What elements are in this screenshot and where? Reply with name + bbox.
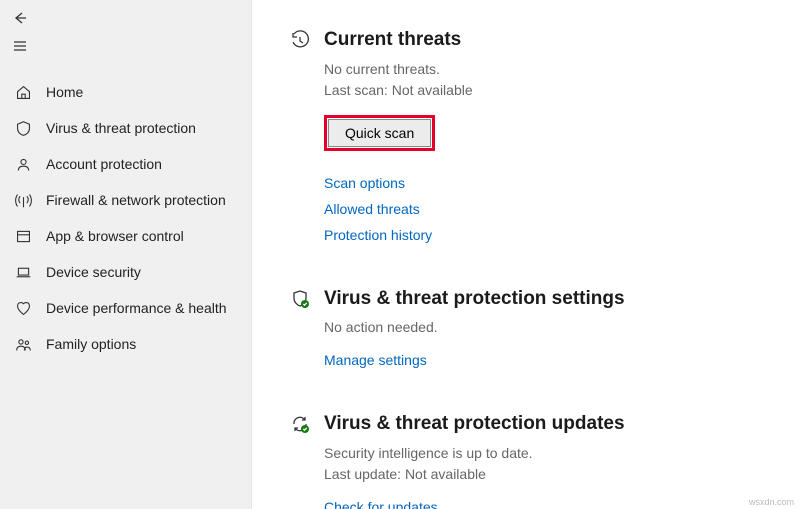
sidebar-item-label: Home	[46, 84, 83, 100]
sidebar-item-label: Device security	[46, 264, 141, 280]
updates-status-text: Security intelligence is up to date.	[324, 443, 762, 464]
back-button[interactable]	[0, 4, 40, 32]
people-icon	[14, 335, 32, 353]
settings-status-text: No action needed.	[324, 317, 762, 338]
threats-status-text: No current threats.	[324, 59, 762, 80]
quick-scan-button[interactable]: Quick scan	[328, 119, 431, 147]
menu-button[interactable]	[0, 32, 40, 60]
clock-scan-icon	[290, 30, 310, 50]
protection-settings-title: Virus & threat protection settings	[324, 287, 762, 312]
sidebar-item-label: Family options	[46, 336, 136, 352]
sidebar-item-label: Account protection	[46, 156, 162, 172]
sidebar-item-home[interactable]: Home	[0, 74, 251, 110]
protection-history-link[interactable]: Protection history	[324, 227, 762, 243]
protection-settings-section: Virus & threat protection settings No ac…	[290, 287, 762, 369]
sidebar: Home Virus & threat protection Account p…	[0, 0, 252, 509]
person-icon	[14, 155, 32, 173]
watermark-text: wsxdn.com	[749, 497, 794, 507]
sidebar-item-device-health[interactable]: Device performance & health	[0, 290, 251, 326]
shield-icon	[14, 119, 32, 137]
arrow-left-icon	[12, 10, 28, 26]
sidebar-item-firewall[interactable]: Firewall & network protection	[0, 182, 251, 218]
antenna-icon	[14, 191, 32, 209]
sidebar-item-label: Firewall & network protection	[46, 192, 226, 208]
manage-settings-link[interactable]: Manage settings	[324, 352, 762, 368]
sidebar-item-family[interactable]: Family options	[0, 326, 251, 362]
main-content: Current threats No current threats. Last…	[252, 0, 800, 509]
sidebar-item-account[interactable]: Account protection	[0, 146, 251, 182]
sidebar-item-device-security[interactable]: Device security	[0, 254, 251, 290]
home-icon	[14, 83, 32, 101]
laptop-icon	[14, 263, 32, 281]
sidebar-item-virus-threat[interactable]: Virus & threat protection	[0, 110, 251, 146]
quick-scan-highlight: Quick scan	[324, 115, 435, 151]
shield-check-icon	[290, 289, 310, 309]
window-icon	[14, 227, 32, 245]
threats-last-scan-text: Last scan: Not available	[324, 80, 762, 101]
sidebar-item-label: Device performance & health	[46, 300, 227, 316]
sidebar-item-label: App & browser control	[46, 228, 184, 244]
current-threats-section: Current threats No current threats. Last…	[290, 28, 762, 243]
sidebar-item-app-browser[interactable]: App & browser control	[0, 218, 251, 254]
refresh-icon	[290, 414, 310, 434]
nav-list: Home Virus & threat protection Account p…	[0, 74, 251, 362]
heart-icon	[14, 299, 32, 317]
current-threats-title: Current threats	[324, 28, 762, 53]
hamburger-icon	[12, 38, 28, 54]
sidebar-item-label: Virus & threat protection	[46, 120, 196, 136]
protection-updates-section: Virus & threat protection updates Securi…	[290, 412, 762, 509]
scan-options-link[interactable]: Scan options	[324, 175, 762, 191]
allowed-threats-link[interactable]: Allowed threats	[324, 201, 762, 217]
check-updates-link[interactable]: Check for updates	[324, 499, 762, 509]
updates-last-update-text: Last update: Not available	[324, 464, 762, 485]
protection-updates-title: Virus & threat protection updates	[324, 412, 762, 437]
